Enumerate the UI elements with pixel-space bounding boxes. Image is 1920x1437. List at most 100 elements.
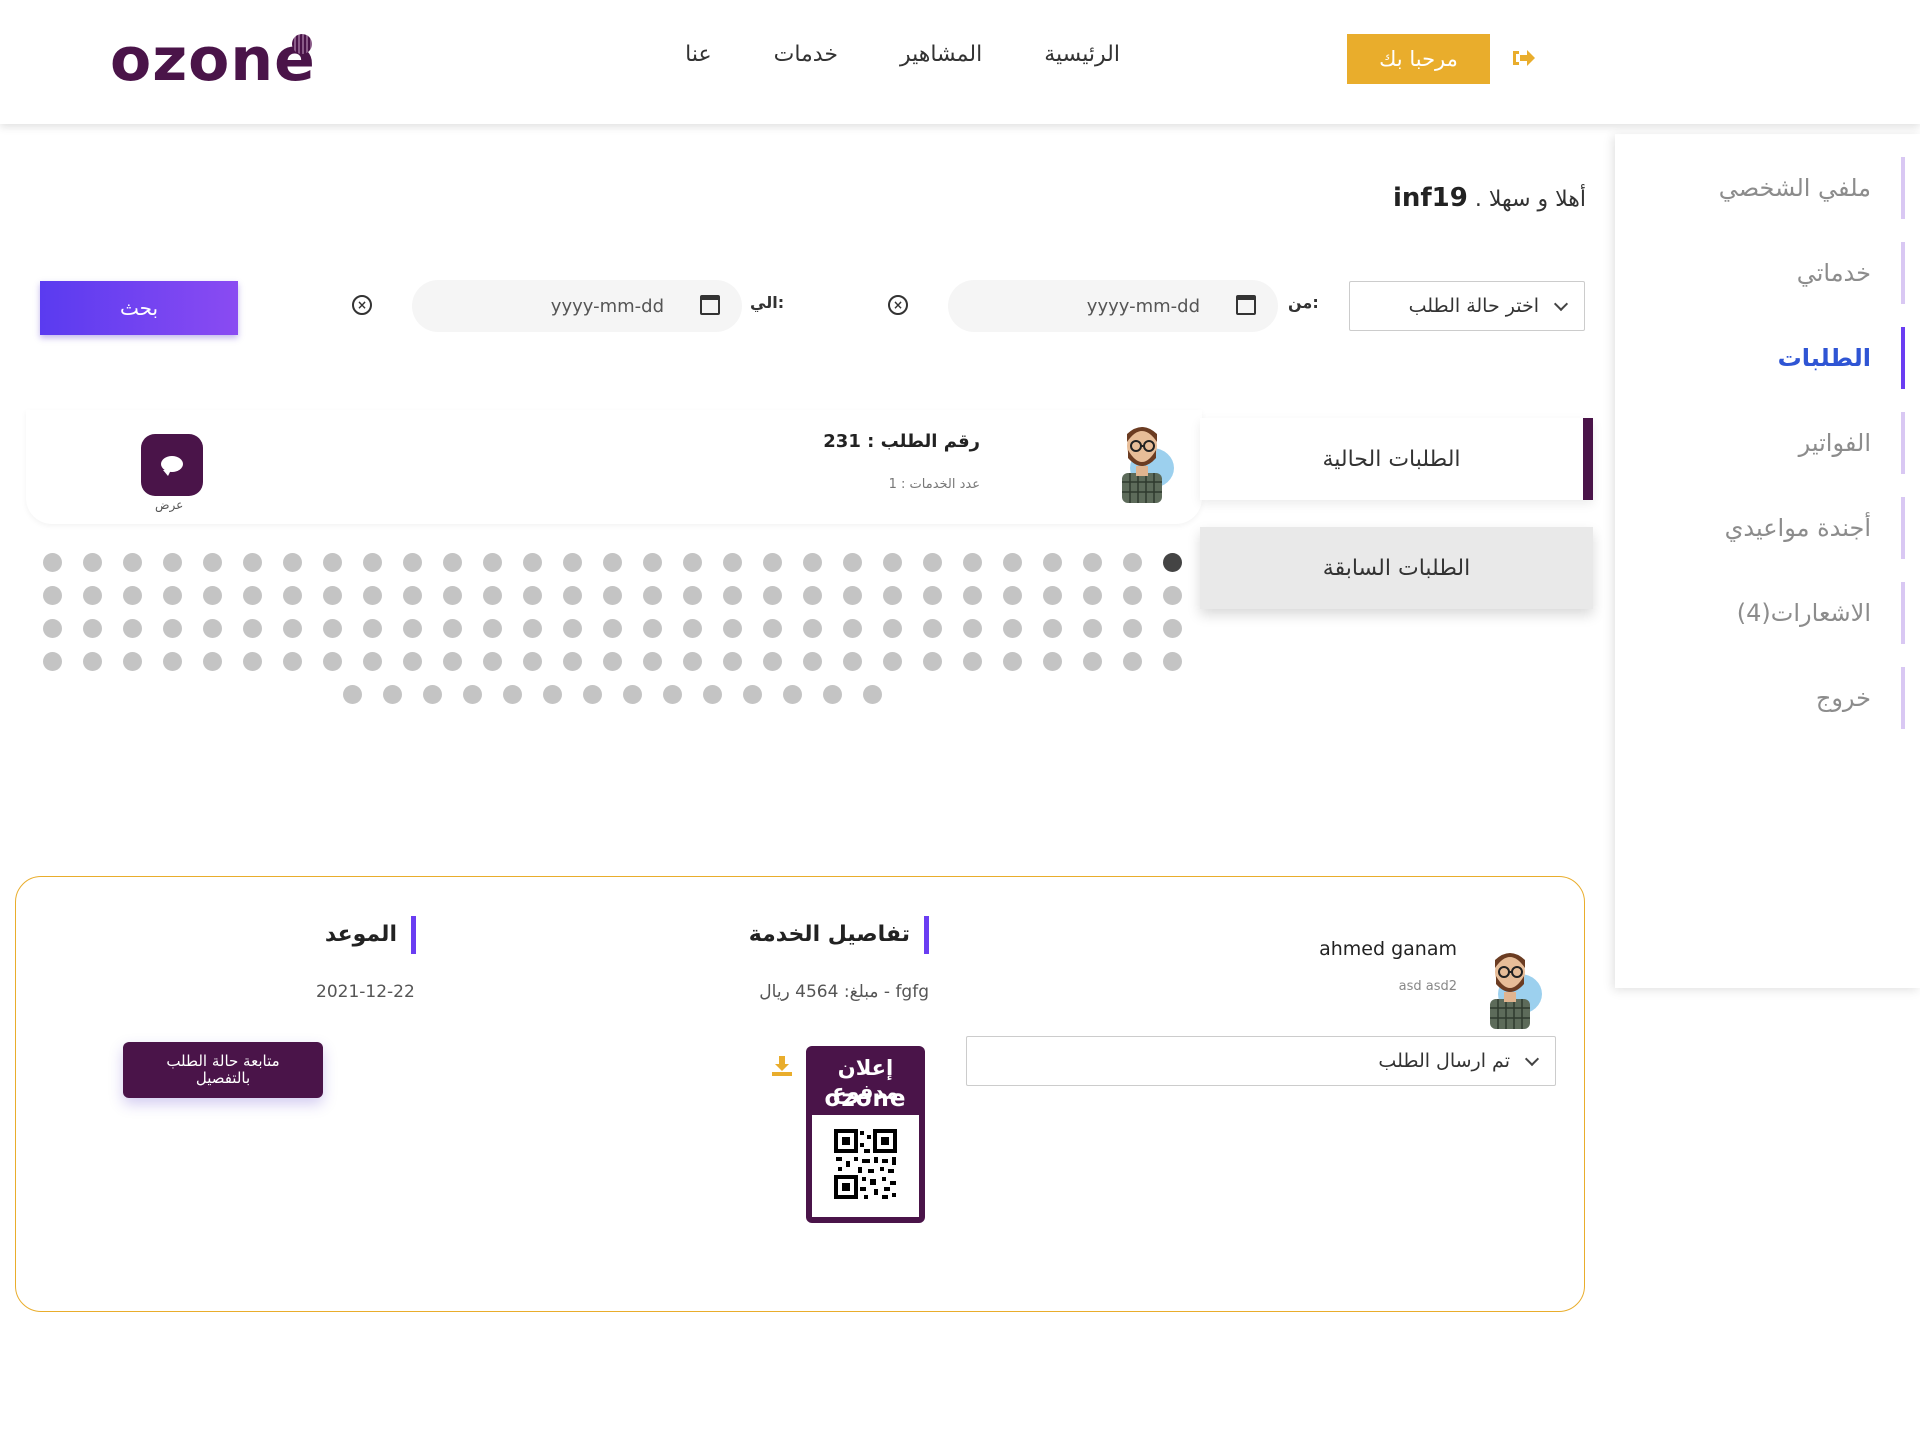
pagination-dot[interactable] — [882, 651, 902, 671]
sidebar-item-appointments[interactable]: أجندة مواعيدي — [1645, 497, 1905, 559]
pagination-dot[interactable] — [642, 618, 662, 638]
pagination-dot[interactable] — [122, 651, 142, 671]
pagination-dot[interactable] — [542, 684, 562, 704]
pagination-dot[interactable] — [642, 552, 662, 572]
pagination-dot[interactable] — [522, 552, 542, 572]
pagination-dot[interactable] — [402, 585, 422, 605]
pagination-dot[interactable] — [1122, 585, 1142, 605]
sidebar-item-notifications[interactable]: الاشعارات(4) — [1645, 582, 1905, 644]
pagination-dot[interactable] — [522, 585, 542, 605]
pagination-dot[interactable] — [922, 618, 942, 638]
pagination-dot[interactable] — [1002, 618, 1022, 638]
pagination-dot[interactable] — [82, 585, 102, 605]
pagination-dot[interactable] — [122, 585, 142, 605]
pagination-dot[interactable] — [402, 651, 422, 671]
nav-home[interactable]: الرئيسية — [1044, 42, 1120, 67]
pagination-dot[interactable] — [1042, 585, 1062, 605]
pagination-dot[interactable] — [662, 684, 682, 704]
pagination-dot[interactable] — [282, 552, 302, 572]
pagination-dot[interactable] — [402, 552, 422, 572]
pagination-dot[interactable] — [802, 618, 822, 638]
pagination-dot[interactable] — [822, 684, 842, 704]
pagination-dot[interactable] — [1002, 651, 1022, 671]
pagination-dot[interactable] — [882, 585, 902, 605]
pagination-dot[interactable] — [442, 651, 462, 671]
pagination-dot[interactable] — [382, 684, 402, 704]
pagination-dot[interactable] — [122, 618, 142, 638]
pagination-dot[interactable] — [1122, 552, 1142, 572]
pagination-dot[interactable] — [162, 585, 182, 605]
pagination-dot[interactable] — [422, 684, 442, 704]
welcome-button[interactable]: مرحبا بك — [1347, 34, 1490, 84]
pagination-dot[interactable] — [602, 585, 622, 605]
pagination-dot[interactable] — [602, 552, 622, 572]
pagination-dot[interactable] — [362, 651, 382, 671]
pagination-dot[interactable] — [562, 552, 582, 572]
sidebar-item-my-services[interactable]: خدماتي — [1645, 242, 1905, 304]
pagination-dot[interactable] — [322, 552, 342, 572]
pagination-dot[interactable] — [1162, 618, 1182, 638]
pagination-dot[interactable] — [122, 552, 142, 572]
pagination-dot[interactable] — [682, 618, 702, 638]
pagination-dot[interactable] — [82, 618, 102, 638]
pagination-dot[interactable] — [702, 684, 722, 704]
pagination-dot[interactable] — [1082, 552, 1102, 572]
pagination-dot[interactable] — [622, 684, 642, 704]
search-button[interactable]: بحث — [40, 281, 238, 335]
sidebar-item-logout[interactable]: خروج — [1645, 667, 1905, 729]
pagination-dot[interactable] — [282, 618, 302, 638]
pagination-dot[interactable] — [162, 618, 182, 638]
pagination-dot[interactable] — [322, 585, 342, 605]
pagination-dot[interactable] — [1122, 618, 1142, 638]
nav-services[interactable]: خدمات — [774, 42, 838, 67]
pagination-dot[interactable] — [762, 651, 782, 671]
pagination-dot[interactable] — [1162, 552, 1182, 572]
clear-from-date-icon[interactable]: × — [888, 295, 908, 315]
pagination-dot[interactable] — [842, 585, 862, 605]
pagination-dot[interactable] — [1082, 651, 1102, 671]
from-date-input[interactable]: yyyy-mm-dd — [948, 280, 1278, 332]
pagination-dot[interactable] — [482, 618, 502, 638]
pagination-dot[interactable] — [242, 585, 262, 605]
pagination-dot[interactable] — [962, 552, 982, 572]
pagination-dot[interactable] — [842, 552, 862, 572]
pagination-dot[interactable] — [202, 585, 222, 605]
pagination-dot[interactable] — [442, 552, 462, 572]
pagination-dot[interactable] — [762, 618, 782, 638]
pagination-dot[interactable] — [882, 618, 902, 638]
pagination-dot[interactable] — [362, 552, 382, 572]
pagination-dot[interactable] — [802, 651, 822, 671]
pagination-dot[interactable] — [42, 585, 62, 605]
pagination-dot[interactable] — [42, 651, 62, 671]
pagination-dot[interactable] — [522, 651, 542, 671]
sidebar-item-invoices[interactable]: الفواتير — [1645, 412, 1905, 474]
request-status-select[interactable]: تم ارسال الطلب — [966, 1036, 1556, 1086]
logout-icon[interactable] — [1510, 46, 1536, 70]
pagination-dot[interactable] — [1042, 651, 1062, 671]
pagination-dot[interactable] — [42, 552, 62, 572]
pagination-dot[interactable] — [362, 585, 382, 605]
pagination-dot[interactable] — [582, 684, 602, 704]
pagination-dot[interactable] — [642, 585, 662, 605]
pagination-dot[interactable] — [482, 585, 502, 605]
chat-button[interactable] — [141, 434, 203, 496]
pagination-dot[interactable] — [462, 684, 482, 704]
sidebar-item-profile[interactable]: ملفي الشخصي — [1645, 157, 1905, 219]
ozone-logo[interactable]: ozone — [110, 28, 316, 92]
pagination-dot[interactable] — [882, 552, 902, 572]
pagination-dot[interactable] — [602, 618, 622, 638]
pagination-dot[interactable] — [202, 552, 222, 572]
pagination-dot[interactable] — [762, 552, 782, 572]
to-date-input[interactable]: yyyy-mm-dd — [412, 280, 742, 332]
pagination-dot[interactable] — [742, 684, 762, 704]
pagination-dot[interactable] — [322, 618, 342, 638]
pagination-dot[interactable] — [1122, 651, 1142, 671]
pagination-dot[interactable] — [802, 552, 822, 572]
pagination-dot[interactable] — [202, 651, 222, 671]
pagination-dot[interactable] — [1002, 585, 1022, 605]
clear-to-date-icon[interactable]: × — [352, 295, 372, 315]
pagination-dot[interactable] — [402, 618, 422, 638]
sidebar-item-requests[interactable]: الطلبات — [1645, 327, 1905, 389]
pagination-dot[interactable] — [682, 552, 702, 572]
pagination-dot[interactable] — [342, 684, 362, 704]
